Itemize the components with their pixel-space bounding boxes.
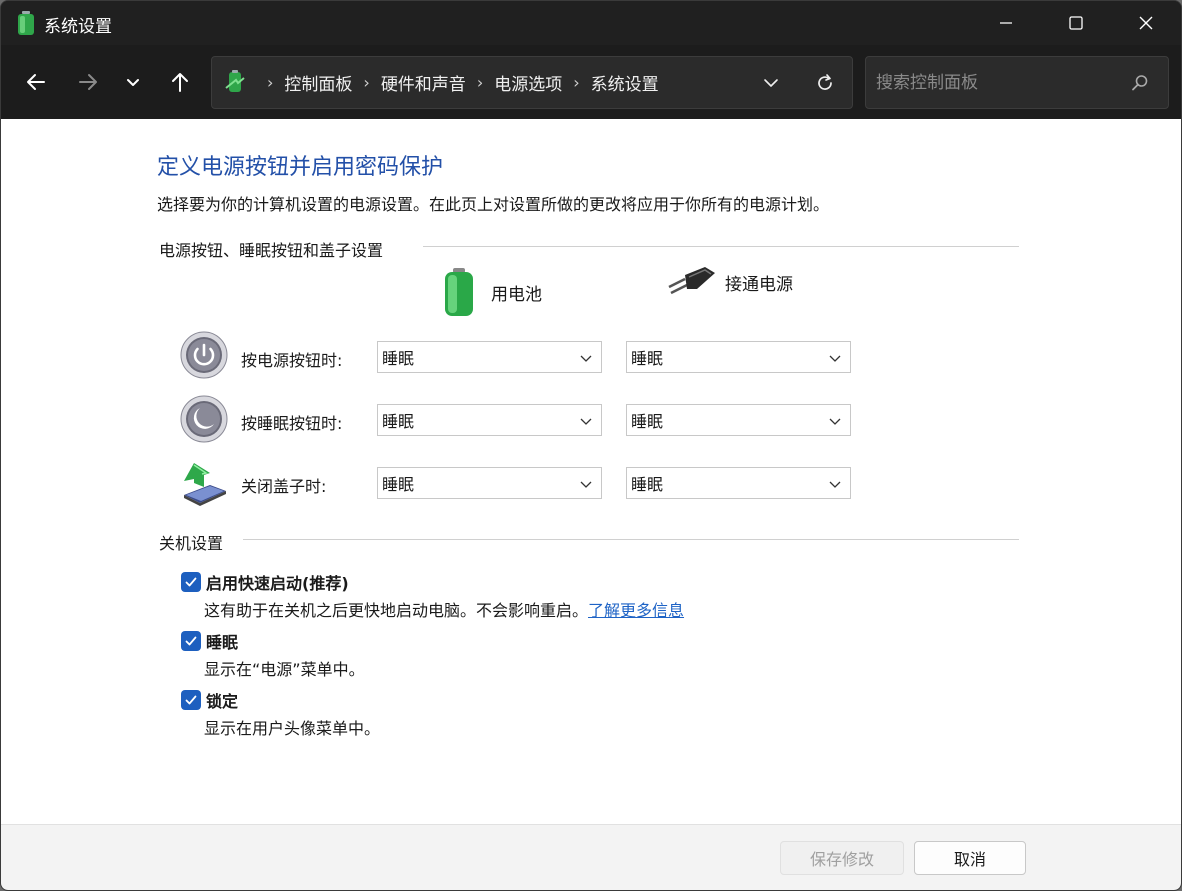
shutdown-group-heading: 关机设置: [159, 534, 224, 553]
refresh-icon: [818, 74, 832, 90]
breadcrumb-item-hardware-sound[interactable]: 硬件和声音: [381, 70, 466, 95]
navigation-bar: › 控制面板 › 硬件和声音 › 电源选项 › 系统设置: [1, 45, 1181, 119]
chevron-down-icon: [580, 355, 592, 362]
laptop-lid-icon: [184, 463, 226, 506]
select-value: 睡眠: [382, 412, 415, 431]
select-value: 睡眠: [631, 475, 664, 494]
lid-close-plugged-select[interactable]: 睡眠: [626, 467, 851, 499]
breadcrumb-separator[interactable]: ›: [477, 73, 483, 92]
search-input[interactable]: [876, 69, 1126, 97]
lock-description: 显示在用户头像菜单中。: [204, 719, 381, 738]
address-history-button[interactable]: [756, 69, 786, 97]
page-description: 选择要为你的计算机设置的电源设置。在此页上对设置所做的更改将应用于你所有的电源计…: [157, 195, 830, 214]
chevron-down-icon: [580, 418, 592, 425]
close-icon: [1139, 16, 1153, 30]
search-icon[interactable]: [1128, 71, 1152, 95]
title-bar: 系统设置: [1, 1, 1181, 45]
checkmark-icon: [185, 695, 197, 705]
up-button[interactable]: [163, 65, 197, 99]
cancel-button[interactable]: 取消: [914, 841, 1026, 875]
refresh-button[interactable]: [810, 69, 840, 97]
fast-startup-desc-text: 这有助于在关机之后更快地启动电脑。不会影响重启。: [204, 601, 589, 620]
checkmark-icon: [185, 577, 197, 587]
arrow-up-icon: [172, 73, 188, 92]
sleep-checkbox[interactable]: [181, 631, 201, 651]
chevron-down-icon: [580, 481, 592, 488]
power-buttons-group-heading: 电源按钮、睡眠按钮和盖子设置: [159, 241, 384, 260]
power-button-icon: [180, 331, 228, 379]
minimize-icon: [1000, 22, 1012, 24]
select-value: 睡眠: [631, 412, 664, 431]
breadcrumb-separator[interactable]: ›: [363, 73, 369, 92]
sleep-button-icon: [180, 395, 228, 443]
sleep-label[interactable]: 睡眠: [206, 629, 238, 653]
select-value: 睡眠: [382, 475, 415, 494]
fast-startup-description: 这有助于在关机之后更快地启动电脑。不会影响重启。了解更多信息: [204, 597, 684, 621]
sleep-description: 显示在“电源”菜单中。: [204, 660, 365, 679]
breadcrumb-separator[interactable]: ›: [573, 73, 579, 92]
main-content: 定义电源按钮并启用密码保护 选择要为你的计算机设置的电源设置。在此页上对设置所做…: [1, 119, 1181, 824]
back-button[interactable]: [19, 65, 53, 99]
forward-button[interactable]: [71, 65, 105, 99]
search-box[interactable]: [865, 56, 1169, 109]
chevron-down-icon: [829, 481, 841, 488]
plugged-column-label: 接通电源: [725, 274, 793, 295]
sleep-option[interactable]: 睡眠: [181, 629, 238, 653]
chevron-down-icon: [829, 418, 841, 425]
maximize-button[interactable]: [1041, 1, 1111, 45]
fast-startup-checkbox[interactable]: [181, 572, 201, 592]
breadcrumb: › 控制面板 › 硬件和声音 › 电源选项 › 系统设置: [256, 57, 659, 108]
breadcrumb-separator: ›: [267, 73, 274, 92]
lock-checkbox[interactable]: [181, 690, 201, 710]
address-bar[interactable]: › 控制面板 › 硬件和声音 › 电源选项 › 系统设置: [211, 56, 853, 109]
sleep-button-battery-select[interactable]: 睡眠: [377, 404, 602, 436]
fast-startup-label[interactable]: 启用快速启动(推荐): [206, 570, 349, 594]
arrow-right-icon: [79, 74, 97, 90]
chevron-down-icon: [764, 79, 778, 87]
chevron-down-icon: [829, 355, 841, 362]
sleep-button-plugged-select[interactable]: 睡眠: [626, 404, 851, 436]
close-button[interactable]: [1111, 1, 1181, 45]
breadcrumb-item-control-panel[interactable]: 控制面板: [284, 70, 352, 95]
page-title: 定义电源按钮并启用密码保护: [157, 155, 444, 180]
checkmark-icon: [185, 636, 197, 646]
battery-icon: [445, 268, 473, 316]
lock-label[interactable]: 锁定: [206, 688, 238, 712]
power-button-plugged-select[interactable]: 睡眠: [626, 341, 851, 373]
recent-locations-button[interactable]: [116, 65, 150, 99]
lid-close-label: 关闭盖子时:: [241, 477, 327, 496]
lid-close-battery-select[interactable]: 睡眠: [377, 467, 602, 499]
dialog-footer: 保存修改 取消: [1, 824, 1181, 890]
minimize-button[interactable]: [971, 1, 1041, 45]
battery-icon: [18, 11, 34, 35]
select-value: 睡眠: [631, 349, 664, 368]
power-plug-icon: [668, 267, 715, 295]
save-changes-button[interactable]: 保存修改: [780, 841, 904, 875]
group-divider: [423, 246, 1019, 247]
fast-startup-option[interactable]: 启用快速启动(推荐): [181, 570, 349, 594]
sleep-button-label: 按睡眠按钮时:: [241, 414, 343, 433]
window-title: 系统设置: [44, 17, 112, 37]
control-panel-icon: [225, 70, 245, 92]
group-divider: [243, 539, 1019, 540]
plugged-column-header: 接通电源: [667, 267, 793, 297]
maximize-icon: [1069, 16, 1083, 30]
power-button-label: 按电源按钮时:: [241, 351, 343, 370]
select-value: 睡眠: [382, 349, 415, 368]
breadcrumb-item-system-settings[interactable]: 系统设置: [591, 70, 659, 95]
lock-option[interactable]: 锁定: [181, 688, 238, 712]
battery-column-label: 用电池: [491, 284, 542, 305]
control-panel-window: 系统设置 › 控制面板 › 硬件和声音 › 电源选项 › 系统设置 搜索控制面板…: [0, 0, 1182, 891]
learn-more-link[interactable]: 了解更多信息: [588, 601, 684, 620]
battery-column-header: 用电池: [441, 267, 542, 317]
power-button-battery-select[interactable]: 睡眠: [377, 341, 602, 373]
arrow-left-icon: [27, 74, 45, 90]
breadcrumb-item-power-options[interactable]: 电源选项: [494, 70, 562, 95]
chevron-down-icon: [127, 79, 139, 86]
